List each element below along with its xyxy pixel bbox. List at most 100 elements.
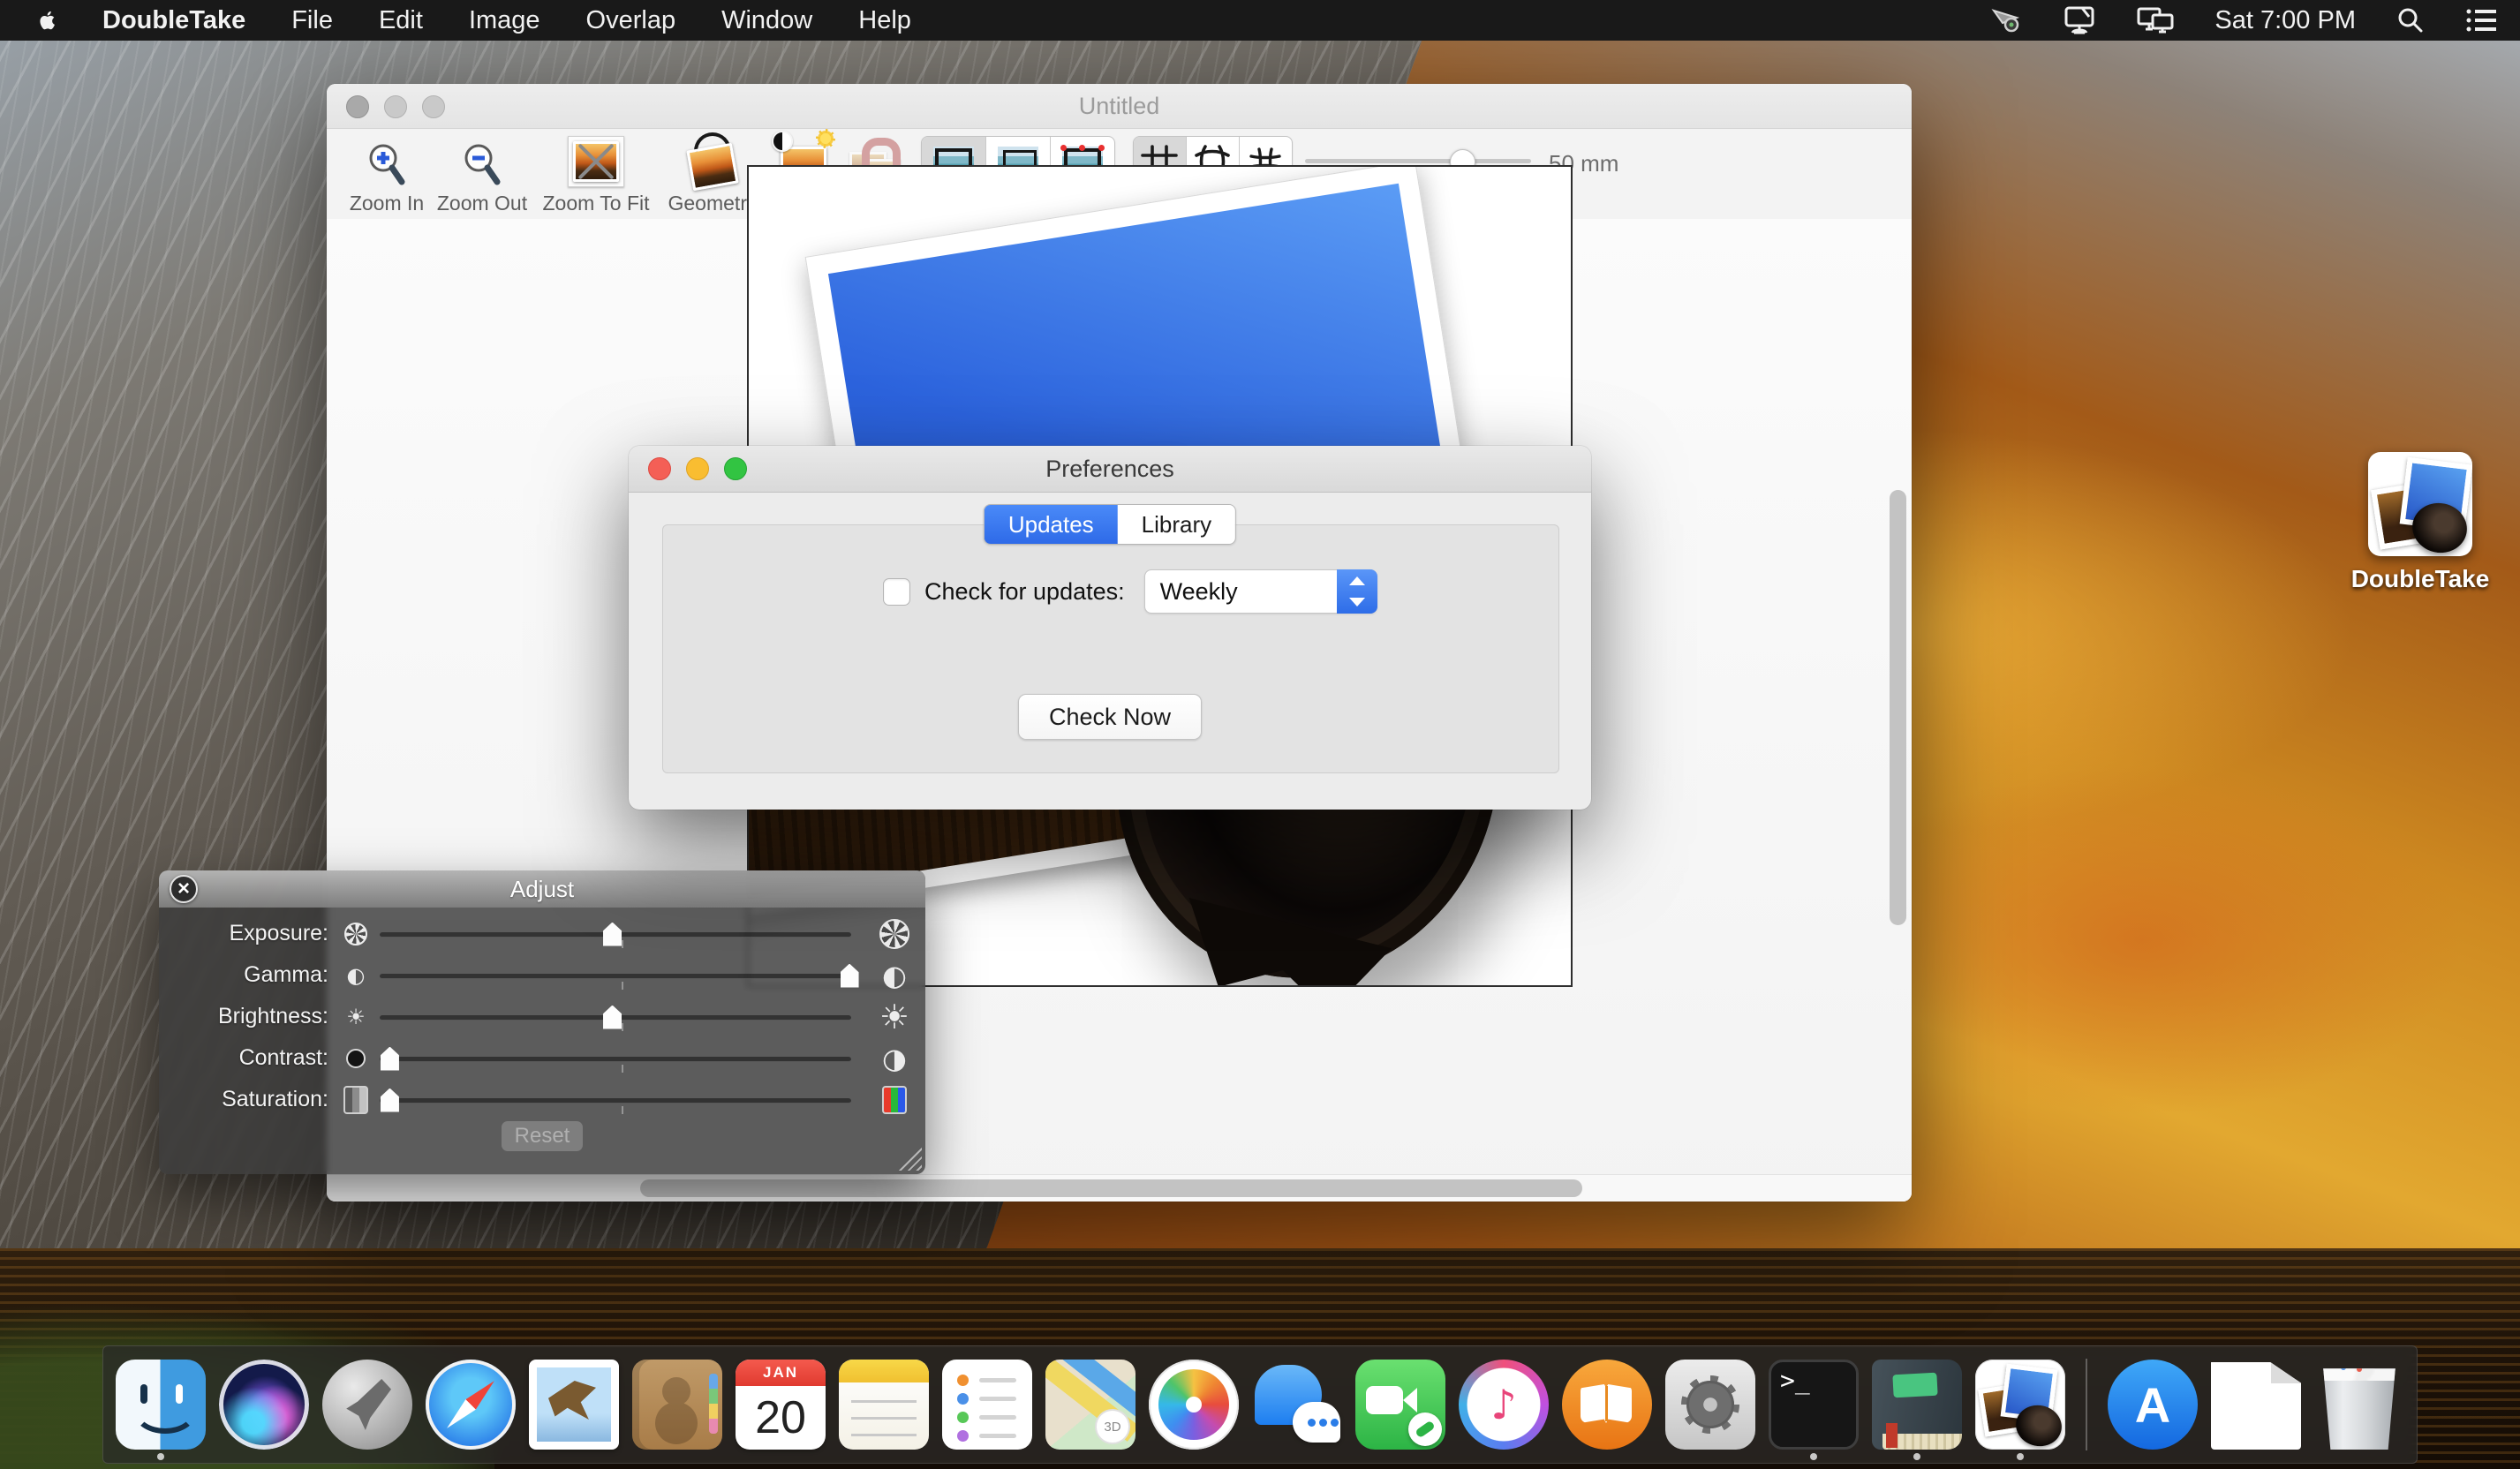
- dock-safari[interactable]: [426, 1360, 516, 1450]
- dock-notebook[interactable]: [1872, 1360, 1962, 1450]
- brightness-row: Brightness: ☀ ☀: [159, 996, 925, 1037]
- resize-grip[interactable]: [897, 1146, 922, 1171]
- zoom-button[interactable]: [422, 95, 445, 118]
- minimize-button[interactable]: [384, 95, 407, 118]
- dock-trash[interactable]: [2314, 1360, 2404, 1450]
- doubletake-icon: [1975, 1360, 2065, 1450]
- dock-mail[interactable]: [529, 1360, 619, 1450]
- maps-icon: 3D: [1045, 1360, 1136, 1450]
- app-menu-doubletake[interactable]: DoubleTake: [102, 6, 245, 35]
- display-mirroring-icon[interactable]: [2063, 5, 2096, 35]
- minimize-button[interactable]: [686, 457, 709, 480]
- vertical-scrollbar[interactable]: [1887, 219, 1910, 1173]
- check-now-button[interactable]: Check Now: [1018, 694, 1202, 740]
- zoom-out-icon: [462, 136, 502, 187]
- contrast-slider[interactable]: [380, 1045, 864, 1072]
- dock-photos[interactable]: [1149, 1360, 1239, 1450]
- exposure-slider-thumb[interactable]: [603, 923, 622, 946]
- menu-bar-clock[interactable]: Sat 7:00 PM: [2214, 6, 2356, 35]
- saturation-slider-thumb[interactable]: [381, 1089, 399, 1112]
- dock-document[interactable]: [2211, 1360, 2301, 1450]
- brightness-label: Brightness:: [159, 1004, 332, 1029]
- desktop-icon-doubletake[interactable]: DoubleTake: [2345, 452, 2495, 593]
- dock-contacts[interactable]: [632, 1360, 722, 1450]
- dock-ibooks[interactable]: [1562, 1360, 1652, 1450]
- toolbar-zoom-to-fit[interactable]: Zoom To Fit: [539, 136, 653, 215]
- exposure-slider[interactable]: [380, 921, 864, 947]
- reset-button[interactable]: Reset: [502, 1121, 583, 1151]
- document-icon: [2211, 1360, 2301, 1450]
- gamma-label: Gamma:: [159, 962, 332, 988]
- notes-icon: [839, 1360, 929, 1450]
- dock-siri[interactable]: [219, 1360, 309, 1450]
- saturation-slider[interactable]: [380, 1087, 864, 1113]
- exposure-row: Exposure:: [159, 913, 925, 954]
- close-icon[interactable]: ×: [170, 875, 198, 903]
- dock-calendar[interactable]: JAN 20: [736, 1360, 826, 1450]
- menu-help[interactable]: Help: [858, 6, 911, 35]
- menu-file[interactable]: File: [291, 6, 333, 35]
- frequency-popup[interactable]: Weekly: [1144, 569, 1377, 614]
- brightness-slider-thumb[interactable]: [603, 1006, 622, 1029]
- menu-window[interactable]: Window: [721, 6, 812, 35]
- menu-bar: DoubleTake File Edit Image Overlap Windo…: [0, 0, 2520, 41]
- gamma-slider[interactable]: [380, 962, 864, 989]
- toolbar-zoom-out[interactable]: Zoom Out: [434, 136, 530, 215]
- photos-icon: [1149, 1360, 1239, 1450]
- dock-terminal[interactable]: >_: [1769, 1360, 1859, 1450]
- zoom-button[interactable]: [724, 457, 747, 480]
- close-button[interactable]: [346, 95, 369, 118]
- window-titlebar[interactable]: Untitled: [327, 84, 1912, 129]
- menu-edit[interactable]: Edit: [379, 6, 423, 35]
- contrast-large-icon: ◑: [864, 1044, 925, 1073]
- gamma-large-icon: ◐: [864, 961, 925, 990]
- desktop: DoubleTake Untitled Zoom In Zoom: [0, 0, 2520, 1469]
- exposure-label: Exposure:: [159, 921, 332, 946]
- doubletake-app-icon[interactable]: [2368, 452, 2472, 556]
- gamma-slider-thumb[interactable]: [841, 964, 859, 988]
- adjust-panel: × Adjust Exposure: Gamma: ◐ ◐ Brightness…: [159, 870, 925, 1174]
- facetime-icon: [1355, 1360, 1445, 1450]
- check-for-updates-checkbox[interactable]: [883, 578, 910, 606]
- horizontal-scrollbar[interactable]: [327, 1174, 1912, 1202]
- toolbar-zoom-in[interactable]: Zoom In: [343, 136, 431, 215]
- brightness-slider[interactable]: [380, 1004, 864, 1030]
- trash-icon: [2314, 1360, 2404, 1450]
- check-for-updates-row: Check for updates: Weekly: [883, 569, 1377, 614]
- doubletake-menu-extra-icon[interactable]: [1990, 5, 2022, 35]
- menu-image[interactable]: Image: [469, 6, 540, 35]
- close-button[interactable]: [648, 457, 671, 480]
- dock-facetime[interactable]: [1355, 1360, 1445, 1450]
- dock-finder[interactable]: [116, 1360, 206, 1450]
- apple-menu-icon[interactable]: [34, 7, 57, 34]
- tab-updates[interactable]: Updates: [985, 505, 1118, 544]
- zoom-to-fit-icon: [568, 136, 624, 187]
- preferences-titlebar[interactable]: Preferences: [629, 446, 1591, 493]
- dock-messages[interactable]: [1252, 1360, 1342, 1450]
- launchpad-icon: [322, 1360, 412, 1450]
- tab-library[interactable]: Library: [1118, 505, 1235, 544]
- maps-3d-badge: 3D: [1095, 1409, 1130, 1444]
- dock-doubletake[interactable]: [1975, 1360, 2065, 1450]
- calendar-icon: JAN 20: [736, 1360, 826, 1450]
- window-title: Untitled: [327, 84, 1912, 128]
- saturation-label: Saturation:: [159, 1087, 332, 1112]
- dock-itunes[interactable]: ♪: [1459, 1360, 1549, 1450]
- dock-maps[interactable]: 3D: [1045, 1360, 1136, 1450]
- dock-system-preferences[interactable]: [1665, 1360, 1755, 1450]
- dock-launchpad[interactable]: [322, 1360, 412, 1450]
- adjust-panel-titlebar[interactable]: × Adjust: [159, 870, 925, 908]
- spotlight-search-icon[interactable]: [2396, 6, 2425, 34]
- contrast-slider-thumb[interactable]: [381, 1047, 399, 1071]
- displays-icon[interactable]: [2137, 5, 2174, 35]
- dock-reminders[interactable]: [942, 1360, 1032, 1450]
- dock-app-store[interactable]: A: [2108, 1360, 2198, 1450]
- vertical-scroll-thumb[interactable]: [1890, 490, 1906, 925]
- notification-center-icon[interactable]: [2465, 7, 2497, 34]
- calendar-month: JAN: [736, 1360, 826, 1386]
- dock-notes[interactable]: [839, 1360, 929, 1450]
- brightness-small-icon: ☀: [332, 1006, 380, 1028]
- geometry-icon: [690, 136, 736, 187]
- horizontal-scroll-thumb[interactable]: [640, 1179, 1582, 1197]
- menu-overlap[interactable]: Overlap: [586, 6, 676, 35]
